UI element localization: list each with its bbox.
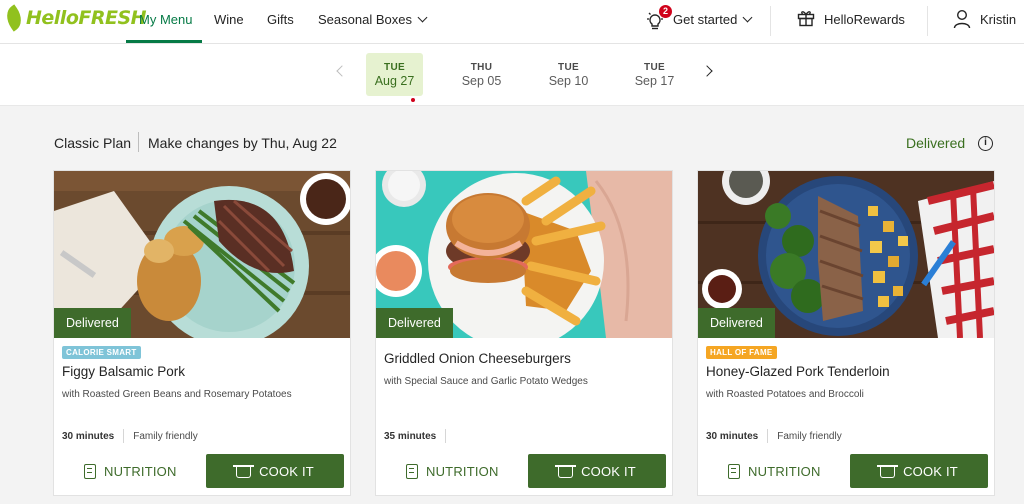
- nutrition-button[interactable]: NUTRITION: [406, 456, 499, 486]
- nutrition-button[interactable]: NUTRITION: [728, 456, 821, 486]
- week-tab-sep-10[interactable]: TUE Sep 10: [540, 53, 597, 96]
- plan-deadline: Make changes by Thu, Aug 22: [148, 135, 337, 151]
- chevron-down-icon: [742, 12, 753, 23]
- nutrition-icon: [84, 463, 96, 479]
- recipe-title: Figgy Balsamic Pork: [62, 364, 186, 379]
- week-tab-aug-27[interactable]: TUE Aug 27: [366, 53, 423, 96]
- nutrition-button[interactable]: NUTRITION: [84, 456, 177, 486]
- week-day: THU: [470, 62, 493, 73]
- recipe-tag: Family friendly: [777, 430, 842, 442]
- brand-name: HelloFRESH: [26, 7, 147, 29]
- recipe-card[interactable]: Delivered CALORIE SMART Figgy Balsamic P…: [53, 170, 351, 496]
- recipe-tag: Family friendly: [133, 430, 198, 442]
- top-navigation: HelloFRESH My Menu Wine Gifts Seasonal B…: [0, 0, 1024, 44]
- recipe-card[interactable]: Delivered Griddled Onion Cheeseburgers w…: [375, 170, 673, 496]
- delivered-label: Delivered: [698, 308, 775, 338]
- nutrition-label: NUTRITION: [748, 463, 821, 479]
- nutrition-label: NUTRITION: [104, 463, 177, 479]
- recipe-title: Griddled Onion Cheeseburgers: [384, 351, 571, 366]
- recipe-meta: 30 minutes Family friendly: [62, 429, 198, 443]
- cook-it-label: COOK IT: [259, 463, 314, 479]
- nutrition-label: NUTRITION: [426, 463, 499, 479]
- week-status: Delivered: [906, 135, 966, 151]
- leaf-icon: [1, 4, 27, 32]
- cook-it-button[interactable]: COOK IT: [206, 454, 344, 488]
- delivery-week-selector: TUE Aug 27 THU Sep 05 TUE Sep 10 TUE Sep…: [0, 44, 1024, 106]
- nav-seasonal-boxes[interactable]: Seasonal Boxes: [318, 12, 428, 27]
- hellorewards-link[interactable]: HelloRewards: [824, 12, 905, 27]
- previous-week-arrow-icon[interactable]: [336, 65, 348, 77]
- recipe-card[interactable]: Delivered HALL OF FAME Honey-Glazed Pork…: [697, 170, 995, 496]
- meta-divider: [767, 429, 769, 443]
- pot-icon: [877, 465, 899, 478]
- calorie-smart-badge: CALORIE SMART: [62, 346, 141, 359]
- hall-of-fame-badge: HALL OF FAME: [706, 346, 777, 359]
- gift-icon: [797, 11, 815, 27]
- cook-it-label: COOK IT: [903, 463, 958, 479]
- cook-it-label: COOK IT: [581, 463, 636, 479]
- cook-time: 30 minutes: [706, 430, 759, 442]
- week-tab-sep-17[interactable]: TUE Sep 17: [626, 53, 683, 96]
- cook-it-button[interactable]: COOK IT: [850, 454, 988, 488]
- recipe-meta: 30 minutes Family friendly: [706, 429, 842, 443]
- get-started-menu[interactable]: Get started: [673, 12, 753, 27]
- recipe-title: Honey-Glazed Pork Tenderloin: [706, 364, 890, 379]
- week-date: Sep 05: [461, 74, 502, 88]
- meta-divider: [445, 429, 447, 443]
- cook-it-button[interactable]: COOK IT: [528, 454, 666, 488]
- nutrition-icon: [728, 463, 740, 479]
- notification-badge: 2: [659, 5, 672, 18]
- nav-wine[interactable]: Wine: [214, 12, 244, 27]
- current-week-dot: [411, 98, 415, 102]
- hellofresh-logo[interactable]: HelloFRESH: [1, 4, 147, 32]
- user-icon: [953, 9, 971, 29]
- nav-divider: [927, 6, 928, 36]
- meta-divider: [123, 429, 125, 443]
- nutrition-icon: [406, 463, 418, 479]
- week-date: Aug 27: [374, 74, 415, 88]
- week-date: Sep 10: [548, 74, 589, 88]
- week-date: Sep 17: [634, 74, 675, 88]
- recipe-subtitle: with Special Sauce and Garlic Potato Wed…: [384, 376, 588, 387]
- active-nav-indicator: [126, 40, 202, 43]
- cook-time: 35 minutes: [384, 430, 437, 442]
- cook-time: 30 minutes: [62, 430, 115, 442]
- delivered-label: Delivered: [376, 308, 453, 338]
- delivered-label: Delivered: [54, 308, 131, 338]
- next-week-arrow-icon[interactable]: [701, 65, 713, 77]
- recipe-subtitle: with Roasted Green Beans and Rosemary Po…: [62, 389, 292, 400]
- chevron-down-icon: [417, 12, 428, 23]
- nav-seasonal-boxes-label: Seasonal Boxes: [318, 12, 412, 27]
- pot-icon: [555, 465, 577, 478]
- recipe-subtitle: with Roasted Potatoes and Broccoli: [706, 389, 864, 400]
- nav-my-menu[interactable]: My Menu: [139, 12, 192, 27]
- recipe-meta: 35 minutes: [384, 429, 455, 443]
- week-day: TUE: [644, 62, 665, 73]
- pot-icon: [233, 465, 255, 478]
- week-day: TUE: [558, 62, 579, 73]
- week-tab-sep-05[interactable]: THU Sep 05: [453, 53, 510, 96]
- get-started-label: Get started: [673, 12, 738, 27]
- user-menu[interactable]: Kristin: [980, 12, 1016, 27]
- plan-name: Classic Plan: [54, 135, 132, 151]
- nav-gifts[interactable]: Gifts: [267, 12, 294, 27]
- week-day: TUE: [384, 62, 405, 73]
- nav-divider: [770, 6, 771, 36]
- plan-divider: [138, 132, 139, 152]
- info-icon[interactable]: i: [978, 136, 993, 151]
